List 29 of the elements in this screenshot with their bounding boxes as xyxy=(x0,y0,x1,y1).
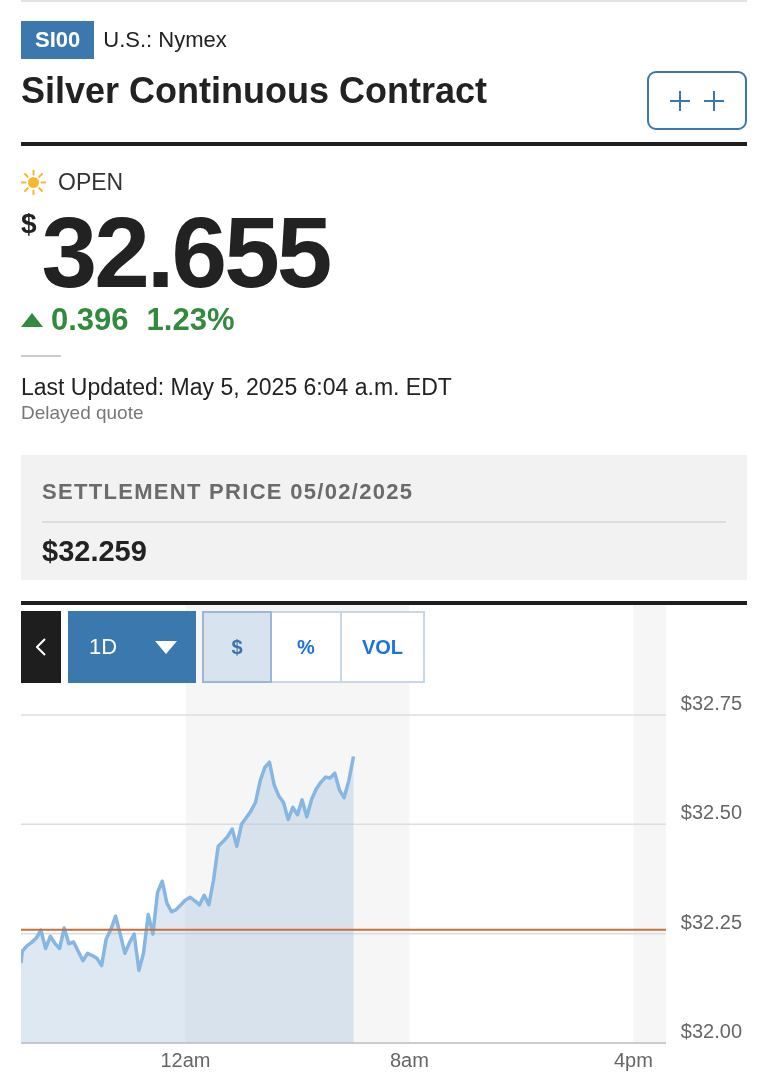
symbol-badge: SI00 xyxy=(21,21,95,59)
x-axis-label: 4pm xyxy=(613,1049,653,1071)
y-axis-label: $32.75 xyxy=(680,692,742,714)
contract-title: Silver Continuous Contract xyxy=(21,71,488,111)
change-percent: 1.23% xyxy=(146,304,235,336)
settlement-price: $32.259 xyxy=(42,536,148,566)
market-status: OPEN xyxy=(58,169,124,196)
x-axis-label: 12am xyxy=(160,1049,211,1071)
last-updated: Last Updated: May 5, 2025 6:04 a.m. EDT xyxy=(21,374,453,400)
y-axis-label: $32.50 xyxy=(680,801,742,824)
plus-icon xyxy=(704,90,724,111)
sun-icon xyxy=(21,170,46,195)
y-axis-label: $32.00 xyxy=(680,1020,742,1042)
last-price: 32.655 xyxy=(41,202,330,302)
add-button[interactable] xyxy=(647,71,747,130)
exchange-label: U.S.: Nymex xyxy=(103,27,227,53)
plus-icon xyxy=(670,90,690,111)
chevron-left-icon xyxy=(36,638,46,656)
caret-icon xyxy=(155,640,177,654)
change-amount: 0.396 xyxy=(51,304,129,336)
y-axis-label: $32.25 xyxy=(680,910,742,933)
x-axis-label: 8am xyxy=(390,1049,429,1071)
chart-tab[interactable]: $ xyxy=(202,611,272,683)
settlement-label: SETTLEMENT PRICE 05/02/2025 xyxy=(42,479,415,505)
delayed-note: Delayed quote xyxy=(21,403,145,423)
chart-tab[interactable]: VOL xyxy=(340,611,425,683)
currency-symbol: $ xyxy=(21,210,37,238)
chart-tab[interactable]: % xyxy=(270,611,342,683)
period-dropdown[interactable]: 1D xyxy=(68,611,196,683)
